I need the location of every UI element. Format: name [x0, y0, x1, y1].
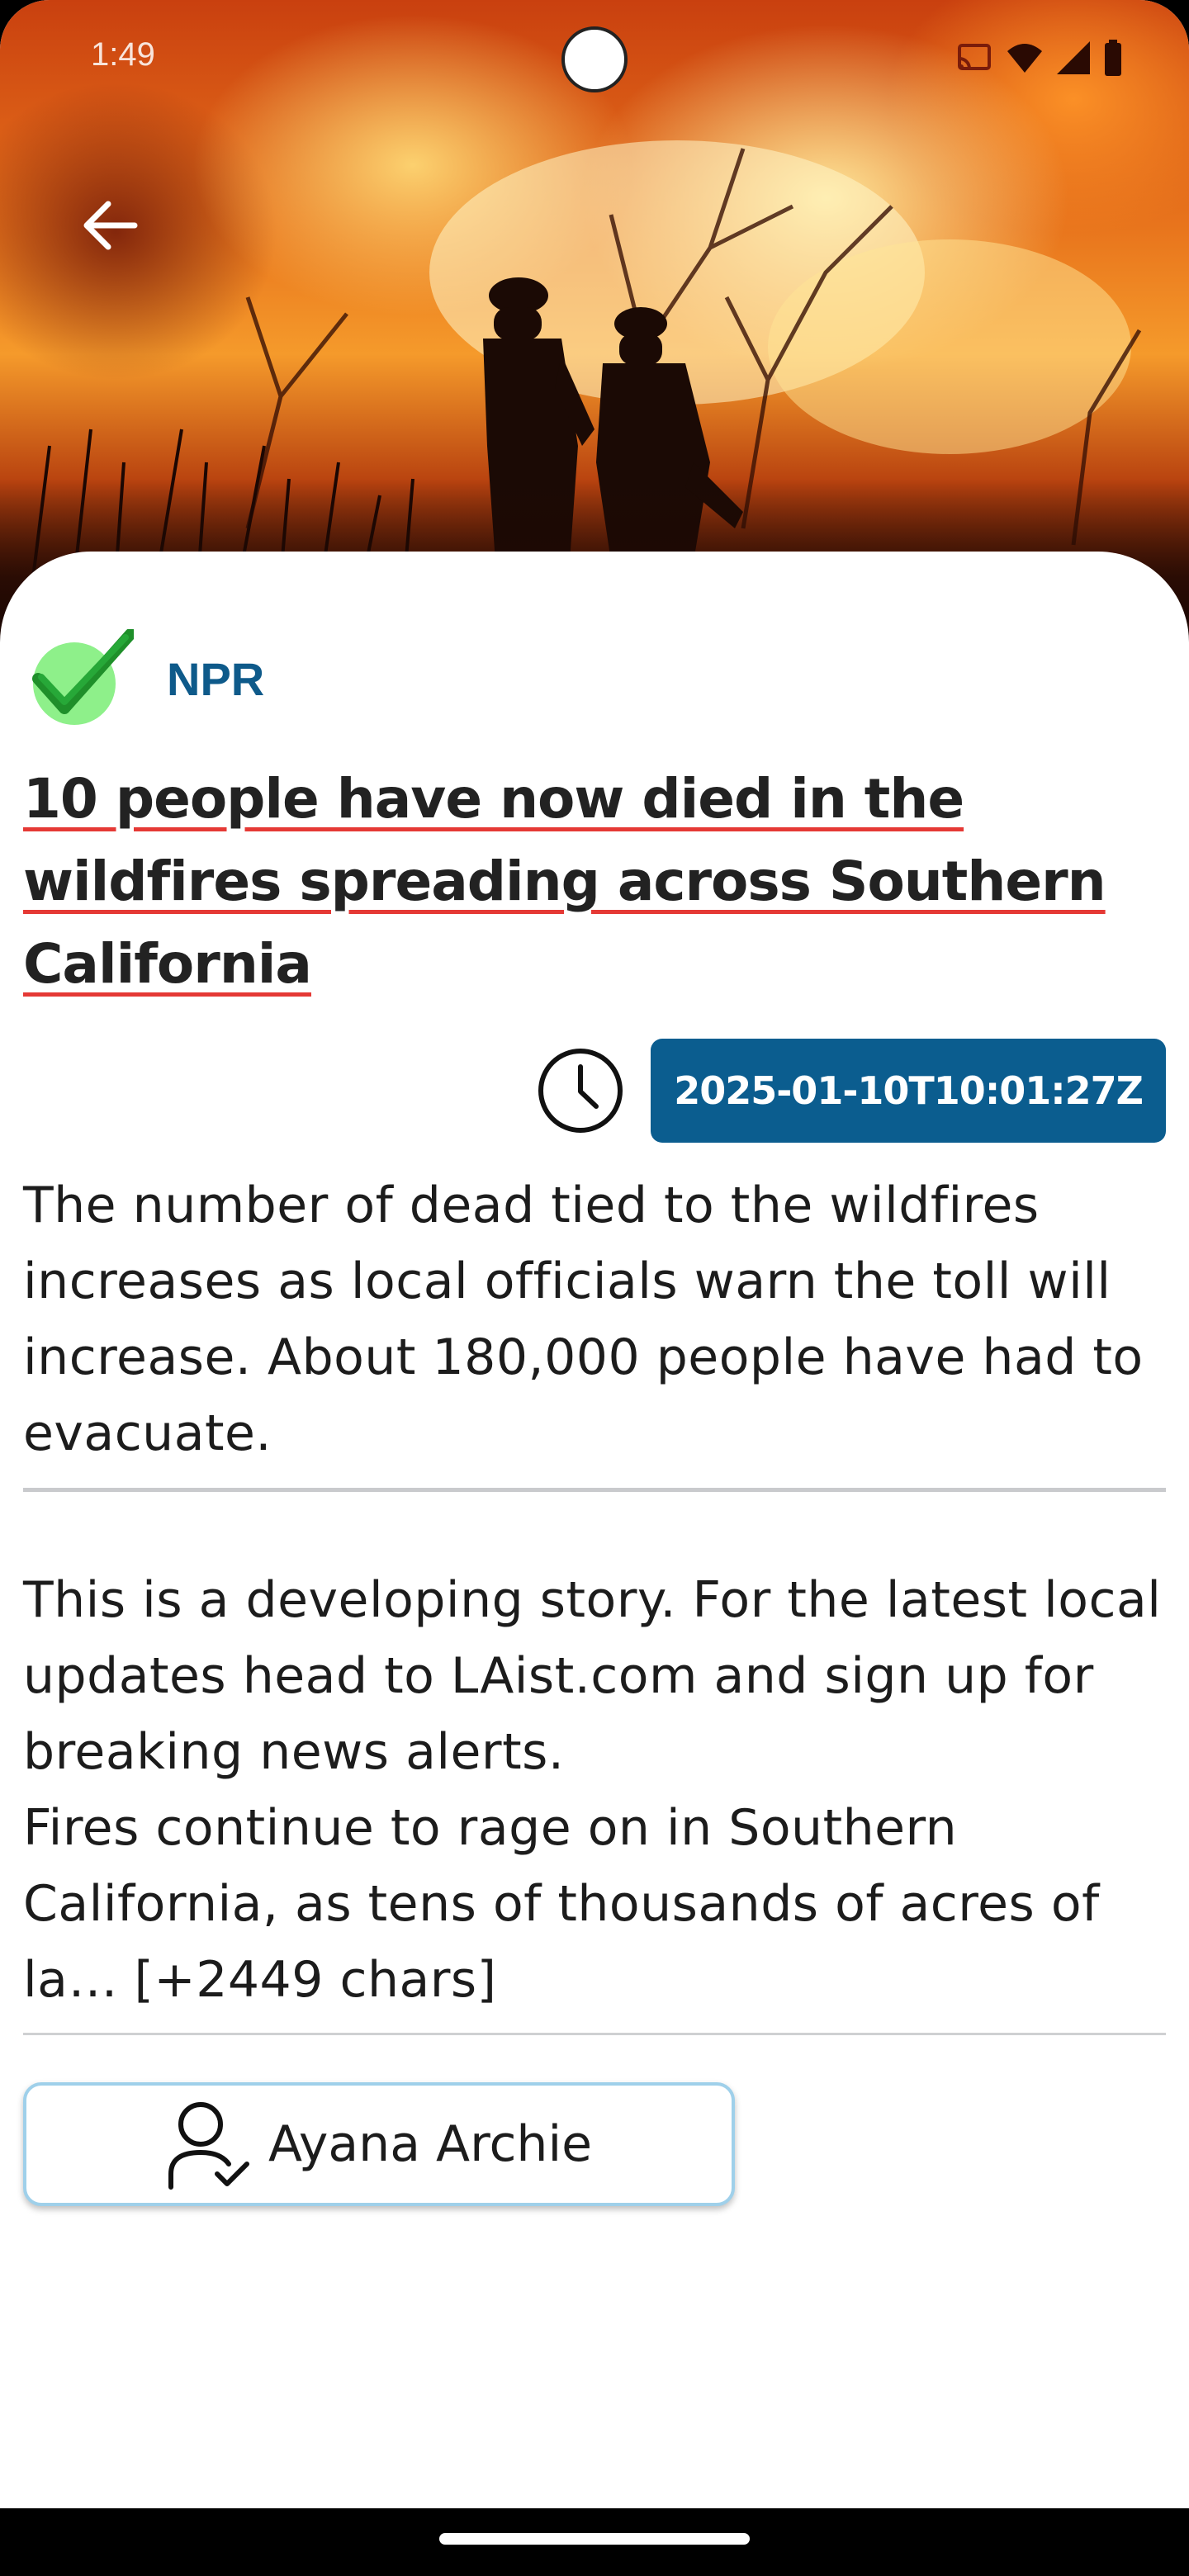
article-detail-screen: 1:49 NPR 10 people have now died in the …: [0, 0, 1189, 2576]
source-name[interactable]: NPR: [167, 652, 264, 706]
article-title[interactable]: 10 people have now died in the wildfires…: [23, 758, 1163, 1006]
user-check-icon: [168, 2102, 249, 2190]
clock-icon: [538, 1049, 623, 1133]
cast-icon: [956, 42, 992, 77]
author-name: Ayana Archie: [268, 2115, 593, 2173]
article-description: The number of dead tied to the wildfires…: [23, 1177, 1144, 1462]
wifi-icon: [1006, 41, 1044, 78]
author-button[interactable]: Ayana Archie: [23, 2082, 735, 2206]
verified-check-icon: [32, 629, 134, 725]
signal-icon: [1057, 41, 1090, 78]
article-content: This is a developing story. For the late…: [23, 1571, 1162, 2009]
status-bar: 1:49: [0, 0, 1189, 116]
battery-icon: [1103, 40, 1123, 79]
navigation-bar: [0, 2508, 1189, 2576]
arrow-left-icon: [83, 201, 138, 250]
source-row: NPR: [26, 629, 264, 728]
camera-cutout: [561, 26, 628, 92]
divider: [23, 2033, 1166, 2035]
status-time: 1:49: [91, 36, 155, 73]
status-icons: [956, 40, 1123, 79]
home-indicator[interactable]: [439, 2533, 750, 2545]
back-button[interactable]: [74, 190, 145, 261]
published-date-row: 2025-01-10T10:01:27Z: [535, 1039, 1166, 1143]
published-date-chip: 2025-01-10T10:01:27Z: [651, 1039, 1166, 1143]
divider: [23, 1488, 1166, 1492]
